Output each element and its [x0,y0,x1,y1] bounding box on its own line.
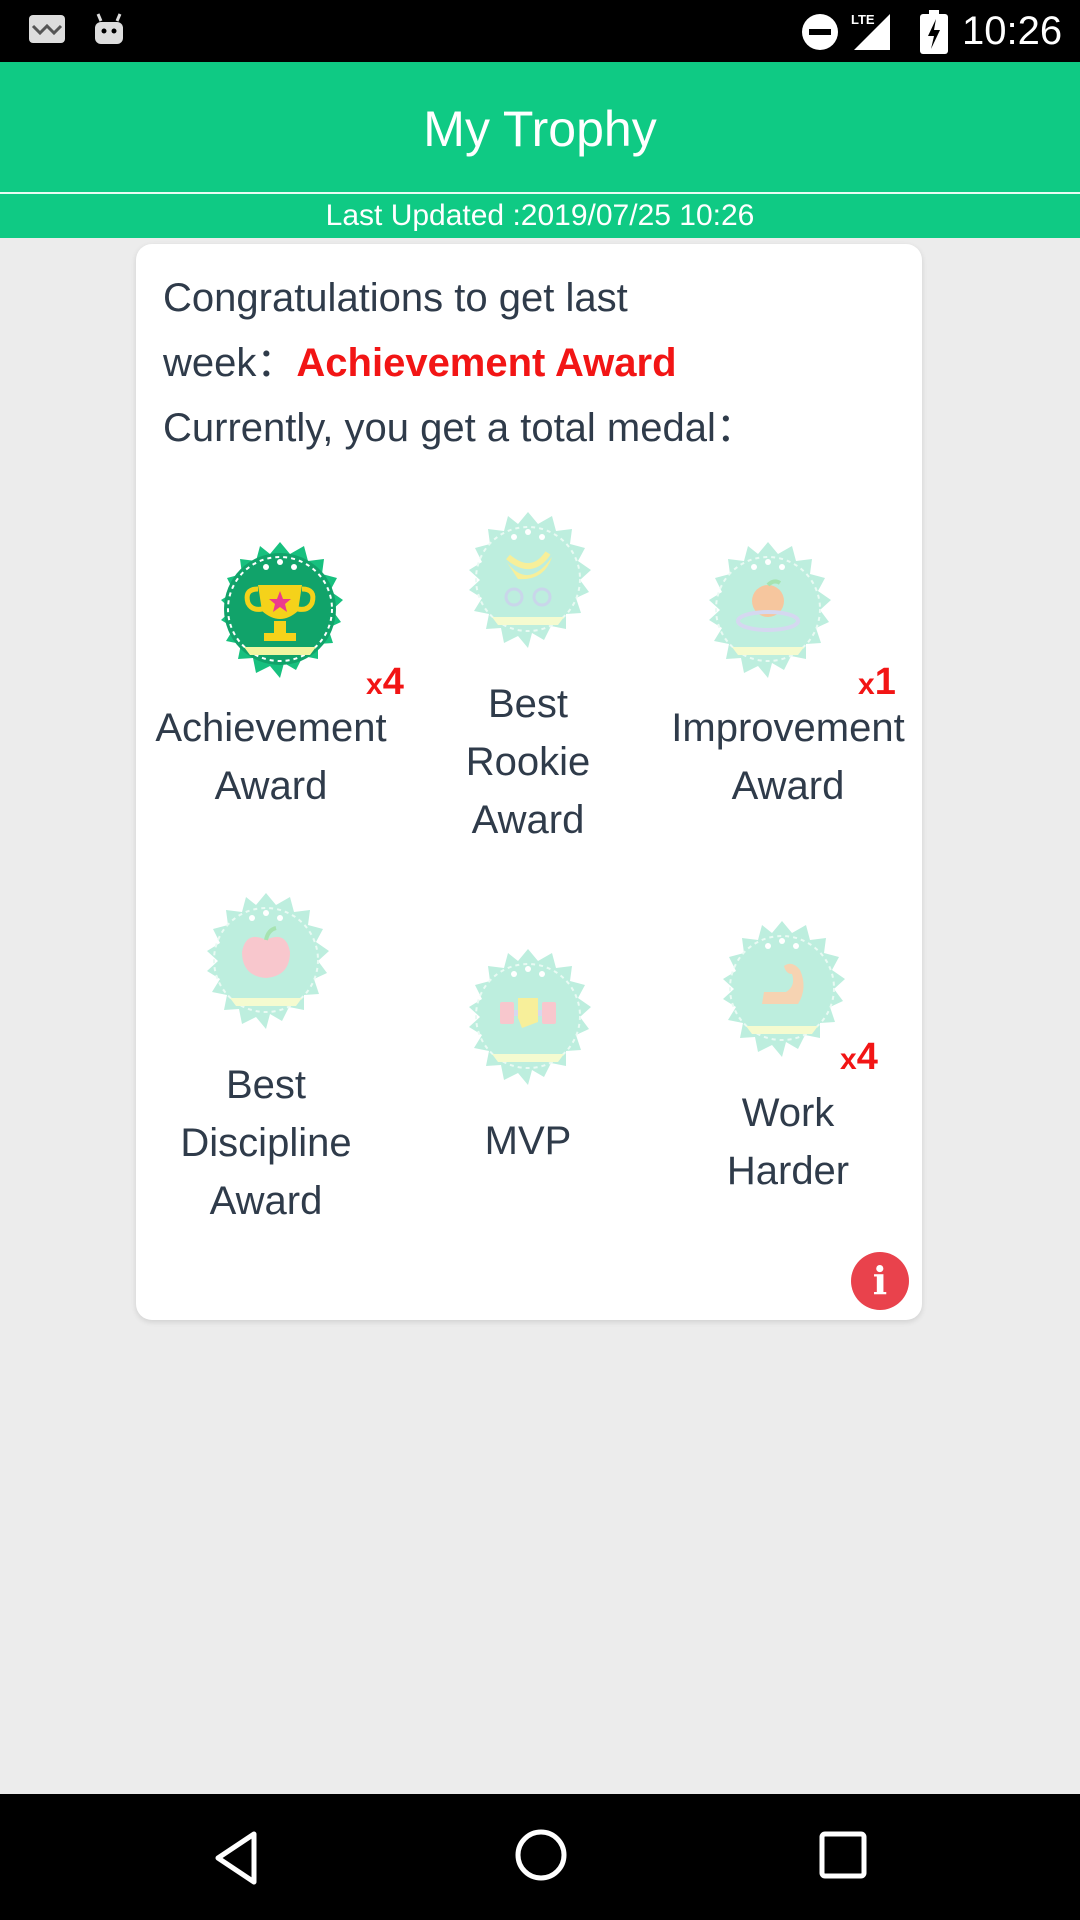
medal-label-line: Discipline [180,1121,352,1165]
status-bar: LTE 10:26 [0,0,1080,62]
medal-label-line: Best [487,682,569,726]
medal-best-rookie-award[interactable]: Best Rookie Award [398,499,658,842]
medal-label-line: Award [214,764,328,808]
navigation-bar [0,1794,1080,1920]
banana-bike-icon [469,512,591,648]
medal-count-value: 4 [856,1036,878,1078]
muscle-arm-icon [723,921,845,1057]
app-header: My Trophy [0,62,1080,194]
medal-count-prefix: x [366,668,383,701]
congrats-line-3: Currently, you get a total medal： [163,406,756,450]
medal-count-work-harder: x4 [840,1036,878,1079]
medal-label-line: Award [731,764,845,808]
battery-charging-icon [920,10,948,54]
medal-label-improvement: Improvement Award [658,699,918,815]
android-icon [95,13,123,44]
mail-icon [29,15,65,43]
status-time: 10:26 [962,9,1063,53]
medal-improvement-award[interactable]: x1 Improvement Award [671,529,905,819]
back-icon[interactable] [210,1828,260,1888]
medal-label-line: Achievement [155,706,387,750]
medal-label-best-rookie: Best Rookie Award [398,675,658,849]
medal-label-line: Harder [726,1149,850,1193]
medal-work-harder[interactable]: x4 Work Harder [682,908,892,1208]
last-week-award-name: Achievement Award [296,341,677,385]
congrats-line-1: Congratulations to get last [163,276,628,320]
medal-achievement-award[interactable]: x4 Achievement Award [155,529,404,819]
medal-label-line: Work [741,1091,835,1135]
medal-mvp[interactable]: MVP [398,936,658,1186]
medal-label-line: Rookie [465,740,591,784]
congrats-line-2: week：Achievement Award [163,331,893,396]
lte-text: LTE [851,12,875,27]
recents-icon[interactable] [818,1830,868,1880]
trophy-icon [221,542,343,678]
info-icon: i [872,1258,888,1303]
medal-count-prefix: x [840,1043,857,1076]
medal-count-improvement: x1 [858,661,896,704]
home-icon[interactable] [514,1828,568,1882]
medal-label-line: MVP [484,1119,572,1163]
medal-count-value: 1 [874,661,896,703]
congrats-message: Congratulations to get last week：Achieve… [163,266,893,461]
medal-label-best-discipline: Best Discipline Award [136,1056,396,1230]
apple-icon [207,893,329,1029]
lte-signal-icon: LTE [851,12,890,50]
medal-best-discipline-award[interactable]: Best Discipline Award [136,880,396,1230]
last-updated-text: Last Updated :2019/07/25 10:26 [0,194,1080,238]
do-not-disturb-icon [802,14,838,50]
medal-count-prefix: x [858,668,875,701]
medal-label-line: Award [209,1179,323,1223]
medal-label-mvp: MVP [398,1112,658,1170]
medal-label-line: Improvement [671,706,905,750]
fist-dumbbell-icon [469,949,591,1085]
trophy-card: Congratulations to get last week：Achieve… [136,244,922,1320]
peach-icon [709,542,831,678]
medal-label-achievement: Achievement Award [141,699,401,815]
medal-label-work-harder: Work Harder [658,1084,918,1200]
medal-label-line: Award [471,798,585,842]
info-button[interactable]: i [851,1252,909,1310]
page-title: My Trophy [423,101,657,157]
congrats-week-label: week： [163,341,297,385]
medal-label-line: Best [225,1063,307,1107]
